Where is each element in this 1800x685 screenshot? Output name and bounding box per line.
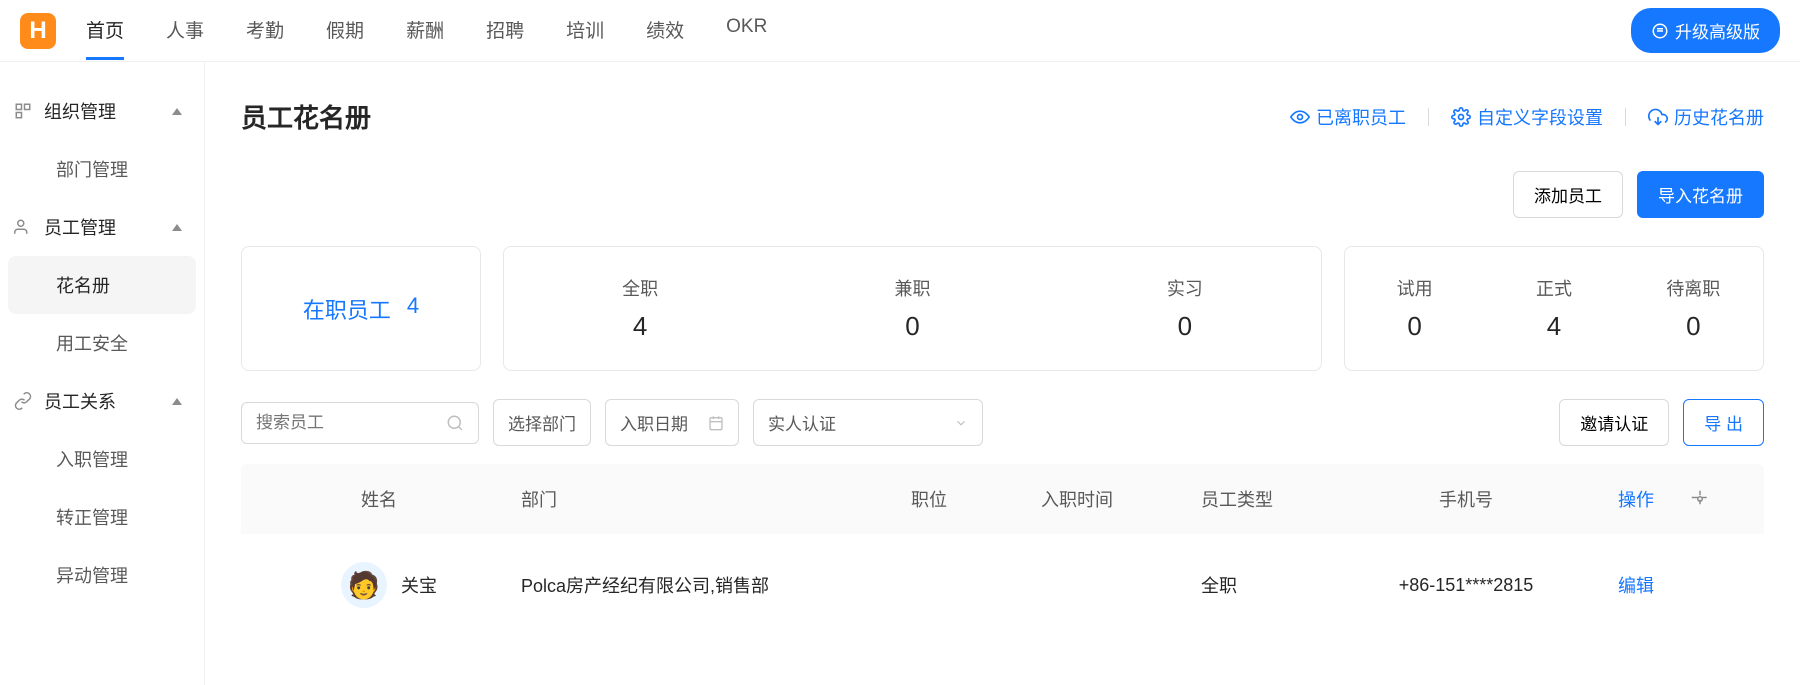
cell-dept: Polca房产经纪有限公司,销售部 bbox=[521, 572, 911, 598]
content-area: 员工花名册 已离职员工 自定义字段设置 历史花名册 添加员工 bbox=[205, 62, 1800, 685]
top-header: H 首页人事考勤假期薪酬招聘培训绩效 OKR 升级高级版 bbox=[0, 0, 1800, 62]
stat-onjob-card[interactable]: 在职员工 4 bbox=[241, 246, 481, 371]
cell-name: 关宝 bbox=[401, 572, 437, 598]
custom-fields-link[interactable]: 自定义字段设置 bbox=[1451, 104, 1603, 130]
nav-绩效[interactable]: 绩效 bbox=[646, 2, 684, 60]
search-input[interactable] bbox=[256, 413, 436, 433]
stat-待离职[interactable]: 待离职0 bbox=[1624, 275, 1763, 342]
group-icon bbox=[14, 392, 32, 410]
side-group-员工关系[interactable]: 员工关系 bbox=[0, 372, 204, 430]
chevron-up-icon bbox=[172, 224, 182, 231]
col-header-position: 职位 bbox=[911, 486, 1041, 512]
stat-正式[interactable]: 正式4 bbox=[1484, 275, 1623, 342]
page-actions-bar: 已离职员工 自定义字段设置 历史花名册 bbox=[1290, 104, 1764, 130]
stats-row: 在职员工 4 全职4兼职0实习0 试用0正式4待离职0 bbox=[241, 246, 1764, 371]
filters-bar: 选择部门 入职日期 实人认证 邀请认证 导 出 bbox=[241, 399, 1764, 446]
stat-type-card: 全职4兼职0实习0 bbox=[503, 246, 1322, 371]
chat-icon bbox=[1651, 22, 1669, 40]
side-item-入职管理[interactable]: 入职管理 bbox=[0, 430, 204, 488]
table-header-row: 姓名 部门 职位 入职时间 员工类型 手机号 操作 bbox=[241, 464, 1764, 534]
nav-OKR[interactable]: OKR bbox=[726, 2, 767, 60]
col-header-dept: 部门 bbox=[521, 486, 911, 512]
gear-icon bbox=[1451, 107, 1471, 127]
side-group-组织管理[interactable]: 组织管理 bbox=[0, 82, 204, 140]
add-employee-button[interactable]: 添加员工 bbox=[1513, 171, 1623, 218]
nav-薪酬[interactable]: 薪酬 bbox=[406, 2, 444, 60]
divider bbox=[1428, 108, 1429, 126]
realname-select[interactable]: 实人认证 bbox=[753, 399, 983, 446]
nav-招聘[interactable]: 招聘 bbox=[486, 2, 524, 60]
chevron-up-icon bbox=[172, 398, 182, 405]
roster-table: 姓名 部门 职位 入职时间 员工类型 手机号 操作 🧑 关宝 Polca房产经纪有限… bbox=[241, 464, 1764, 636]
cell-phone: +86-151****2815 bbox=[1351, 575, 1581, 596]
dept-select[interactable]: 选择部门 bbox=[493, 399, 591, 446]
upgrade-label: 升级高级版 bbox=[1675, 18, 1760, 43]
edit-link[interactable]: 编辑 bbox=[1581, 572, 1691, 598]
eye-icon bbox=[1290, 107, 1310, 127]
nav-人事[interactable]: 人事 bbox=[166, 2, 204, 60]
side-item-用工安全[interactable]: 用工安全 bbox=[0, 314, 204, 372]
table-row: 🧑 关宝 Polca房产经纪有限公司,销售部 全职+86-151****2815编辑 bbox=[241, 534, 1764, 636]
col-header-hiredate: 入职时间 bbox=[1041, 486, 1201, 512]
stat-全职[interactable]: 全职4 bbox=[504, 275, 776, 342]
avatar: 🧑 bbox=[341, 562, 387, 608]
import-roster-button[interactable]: 导入花名册 bbox=[1637, 171, 1764, 218]
side-item-花名册[interactable]: 花名册 bbox=[8, 256, 196, 314]
chevron-up-icon bbox=[172, 108, 182, 115]
side-group-员工管理[interactable]: 员工管理 bbox=[0, 198, 204, 256]
brand-logo: H bbox=[20, 13, 56, 49]
side-item-转正管理[interactable]: 转正管理 bbox=[0, 488, 204, 546]
group-icon bbox=[14, 102, 32, 120]
stat-兼职[interactable]: 兼职0 bbox=[776, 275, 1048, 342]
col-header-name: 姓名 bbox=[261, 486, 521, 512]
history-roster-link[interactable]: 历史花名册 bbox=[1648, 104, 1764, 130]
col-header-settings[interactable] bbox=[1691, 490, 1731, 508]
invite-auth-button[interactable]: 邀请认证 bbox=[1559, 399, 1669, 446]
stat-实习[interactable]: 实习0 bbox=[1049, 275, 1321, 342]
nav-考勤[interactable]: 考勤 bbox=[246, 2, 284, 60]
col-header-type: 员工类型 bbox=[1201, 486, 1351, 512]
side-item-异动管理[interactable]: 异动管理 bbox=[0, 546, 204, 604]
group-icon bbox=[14, 218, 32, 236]
page-title: 员工花名册 bbox=[241, 98, 371, 135]
cell-type: 全职 bbox=[1201, 572, 1351, 598]
stat-status-card: 试用0正式4待离职0 bbox=[1344, 246, 1764, 371]
hire-date-picker[interactable]: 入职日期 bbox=[605, 399, 739, 446]
calendar-icon bbox=[708, 415, 724, 431]
sidebar: 组织管理部门管理员工管理花名册用工安全员工关系入职管理转正管理异动管理 bbox=[0, 62, 205, 685]
cloud-icon bbox=[1648, 107, 1668, 127]
search-input-wrap[interactable] bbox=[241, 402, 479, 444]
col-header-phone: 手机号 bbox=[1351, 486, 1581, 512]
nav-首页[interactable]: 首页 bbox=[86, 2, 124, 60]
side-item-部门管理[interactable]: 部门管理 bbox=[0, 140, 204, 198]
stat-试用[interactable]: 试用0 bbox=[1345, 275, 1484, 342]
upgrade-button[interactable]: 升级高级版 bbox=[1631, 8, 1780, 53]
search-icon bbox=[446, 414, 464, 432]
export-button[interactable]: 导 出 bbox=[1683, 399, 1764, 446]
nav-培训[interactable]: 培训 bbox=[566, 2, 604, 60]
resigned-link[interactable]: 已离职员工 bbox=[1290, 104, 1406, 130]
divider bbox=[1625, 108, 1626, 126]
col-header-op: 操作 bbox=[1581, 486, 1691, 512]
nav-假期[interactable]: 假期 bbox=[326, 2, 364, 60]
chevron-down-icon bbox=[954, 416, 968, 430]
top-nav: 首页人事考勤假期薪酬招聘培训绩效 OKR bbox=[86, 2, 1631, 60]
gear-icon bbox=[1691, 490, 1709, 508]
